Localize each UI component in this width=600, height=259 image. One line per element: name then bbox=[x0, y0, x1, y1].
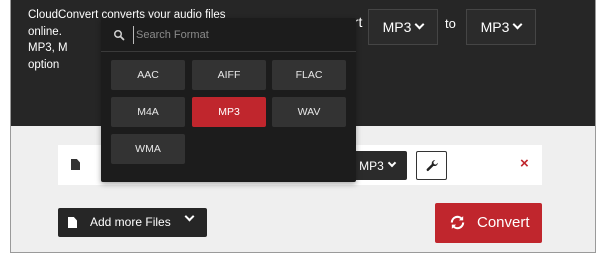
add-more-files-button[interactable]: Add more Files bbox=[58, 208, 207, 237]
format-option-aiff[interactable]: AIFF bbox=[192, 60, 266, 90]
output-format-value: MP3 bbox=[359, 158, 384, 173]
search-icon bbox=[114, 30, 125, 41]
convert-button[interactable]: Convert bbox=[435, 203, 542, 243]
file-icon bbox=[71, 159, 80, 170]
format-option-mp3[interactable]: MP3 bbox=[192, 97, 266, 127]
refresh-icon bbox=[450, 215, 465, 230]
wrench-icon bbox=[426, 159, 438, 171]
chevron-down-icon bbox=[512, 19, 523, 30]
add-more-files-label: Add more Files bbox=[90, 215, 171, 229]
chevron-down-icon bbox=[184, 211, 195, 222]
window-frame: CloudConvert converts your audio files o… bbox=[0, 0, 600, 259]
format-option-wav[interactable]: WAV bbox=[272, 97, 346, 127]
convert-label: Convert bbox=[477, 214, 530, 231]
format-search-input[interactable] bbox=[133, 26, 343, 44]
to-label: to bbox=[445, 16, 456, 31]
target-format-value: MP3 bbox=[480, 19, 510, 35]
format-option-flac[interactable]: FLAC bbox=[272, 60, 346, 90]
target-format-select[interactable]: MP3 bbox=[466, 9, 536, 45]
app-screen: CloudConvert converts your audio files o… bbox=[10, 0, 596, 253]
chevron-down-icon bbox=[387, 158, 397, 168]
format-option-wma[interactable]: WMA bbox=[111, 134, 185, 164]
output-format-select[interactable]: MP3 bbox=[347, 151, 407, 180]
source-format-value: MP3 bbox=[382, 19, 412, 35]
format-option-aac[interactable]: AAC bbox=[111, 60, 185, 90]
chevron-down-icon bbox=[414, 19, 425, 30]
format-option-m4a[interactable]: M4A bbox=[111, 97, 185, 127]
close-icon[interactable]: × bbox=[520, 155, 529, 172]
settings-button[interactable] bbox=[416, 151, 447, 180]
format-search-row bbox=[101, 18, 356, 52]
add-file-icon bbox=[68, 217, 77, 228]
format-dropdown: AAC AIFF FLAC M4A MP3 WAV WMA bbox=[101, 18, 356, 182]
source-format-select[interactable]: MP3 bbox=[368, 9, 438, 45]
